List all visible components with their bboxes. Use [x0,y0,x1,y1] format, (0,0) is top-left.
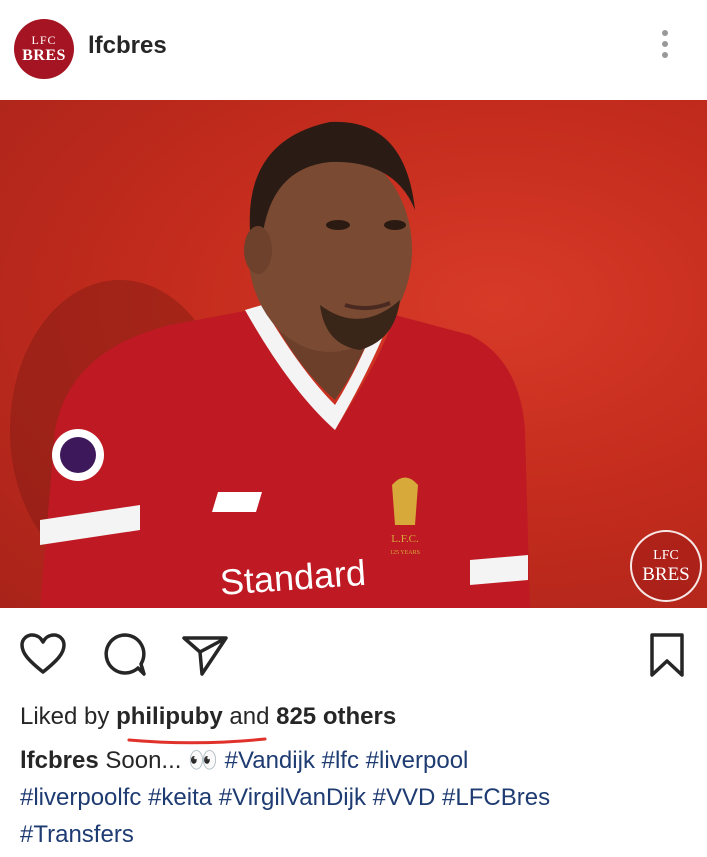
likes-count-link[interactable]: 825 others [276,703,396,730]
hashtag-link[interactable]: #VVD [373,784,436,811]
caption-username-link[interactable]: lfcbres [20,747,99,774]
hashtag-link[interactable]: #keita [148,784,212,811]
watermark-text-bottom: BRES [642,563,690,585]
heart-icon[interactable] [18,630,68,680]
caption-text: Soon... 👀 [105,747,218,774]
hashtag-link[interactable]: #LFCBres [442,784,550,811]
send-icon[interactable] [180,630,230,680]
avatar[interactable]: LFC BRES [14,19,74,79]
hashtag-link[interactable]: #Vandijk [225,747,315,774]
bookmark-icon[interactable] [642,630,692,680]
likes-prefix: Liked by [20,703,110,730]
comment-icon[interactable] [100,630,150,680]
hashtag-link[interactable]: #liverpoolfc [20,784,141,811]
player-photo: L.F.C. 125 YEARS Standard [10,121,530,608]
crest-subtext: 125 YEARS [390,550,420,556]
post-header: LFC BRES lfcbres [0,0,707,100]
liked-by-user-link[interactable]: philipuby [116,703,223,730]
hashtag-link[interactable]: #lfc [322,747,359,774]
post-username[interactable]: lfcbres [88,32,167,60]
hashtag-link[interactable]: #Transfers [20,821,134,848]
hashtag-link[interactable]: #liverpool [366,747,469,774]
avatar-text-top: LFC [31,33,57,47]
action-bar [0,608,707,698]
watermark-text-top: LFC [653,547,679,563]
watermark-logo: LFC BRES [630,530,702,602]
more-vertical-icon[interactable] [655,30,675,70]
likes-and: and [229,703,270,730]
post-image[interactable]: L.F.C. 125 YEARS Standard LFC BRES [0,100,707,608]
crest-text: L.F.C. [391,533,419,545]
post-caption: lfcbres Soon... 👀 #Vandijk #lfc #liverpo… [20,742,690,853]
likes-line: Liked by philipuby and 825 others [20,703,396,731]
hashtag-link[interactable]: #VirgilVanDijk [219,784,366,811]
avatar-text-bottom: BRES [22,47,66,64]
